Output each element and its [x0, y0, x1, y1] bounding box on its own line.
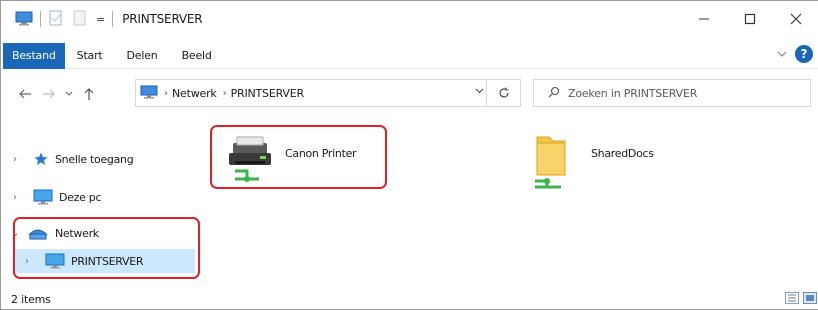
nav-item-snelle-toegang[interactable]: › Snelle toegang [1, 147, 201, 171]
arrow-up-icon [84, 88, 94, 100]
chevron-down-icon [65, 91, 73, 96]
address-bar[interactable]: › Netwerk › PRINTSERVER [135, 79, 521, 107]
minimize-icon [699, 18, 709, 20]
properties-icon[interactable] [48, 10, 64, 29]
breadcrumb-netwerk[interactable]: Netwerk [172, 87, 217, 100]
expand-chevron-icon[interactable]: › [13, 192, 27, 203]
window-controls [681, 1, 818, 37]
navigation-row: › Netwerk › PRINTSERVER Zoeken in PRINTS… [1, 77, 818, 111]
window-title: PRINTSERVER [122, 12, 203, 26]
search-input[interactable]: Zoeken in PRINTSERVER [568, 87, 697, 100]
tab-bestand[interactable]: Bestand [3, 42, 65, 69]
breadcrumb-chevron-icon[interactable]: › [164, 88, 168, 99]
arrow-right-icon [43, 89, 55, 99]
nav-item-deze-pc[interactable]: › Deze pc [1, 185, 201, 209]
toolbar-separator [40, 11, 41, 27]
forward-button[interactable] [37, 79, 61, 109]
explorer-window: = PRINTSERVER Bestand Start Delen Beeld … [0, 0, 818, 310]
customize-toolbar-dropdown[interactable]: = [96, 13, 105, 26]
help-icon[interactable]: ? [795, 45, 813, 63]
tab-start[interactable]: Start [65, 43, 115, 69]
star-icon [33, 151, 49, 167]
explorer-app-icon[interactable] [15, 10, 33, 29]
details-view-button[interactable] [785, 292, 799, 307]
recent-locations-button[interactable] [61, 79, 77, 109]
network-icon [140, 85, 158, 102]
nav-item-label: Deze pc [59, 190, 102, 204]
ribbon-controls: ? [777, 45, 813, 63]
large-icons-view-button[interactable] [803, 292, 817, 307]
tab-delen[interactable]: Delen [115, 43, 170, 69]
netwerk-highlight-box [13, 217, 200, 279]
maximize-icon [744, 13, 756, 25]
address-history-dropdown[interactable] [475, 86, 484, 97]
monitor-icon [33, 189, 53, 205]
printer-highlight-box [210, 125, 387, 189]
chevron-down-icon [475, 88, 484, 94]
title-bar: = PRINTSERVER [1, 1, 818, 37]
breadcrumb-chevron-icon[interactable]: › [223, 88, 227, 99]
expand-ribbon-button[interactable] [777, 47, 787, 61]
arrow-left-icon [19, 89, 31, 99]
ribbon-tabs: Bestand Start Delen Beeld ? [1, 42, 818, 69]
toolbar-separator [112, 11, 114, 27]
refresh-icon [498, 87, 509, 98]
up-button[interactable] [77, 79, 101, 109]
quick-access-toolbar: = PRINTSERVER [15, 10, 203, 29]
shared-folder-icon [531, 133, 583, 192]
file-item-shareddocs[interactable]: SharedDocs [531, 133, 654, 192]
details-view-icon [785, 292, 799, 304]
back-button[interactable] [13, 79, 37, 109]
new-folder-icon[interactable] [72, 10, 88, 29]
close-button[interactable] [773, 1, 818, 37]
nav-item-label: Snelle toegang [55, 152, 134, 166]
close-icon [790, 13, 802, 25]
maximize-button[interactable] [727, 1, 773, 37]
expand-chevron-icon[interactable]: › [13, 154, 27, 165]
chevron-down-icon [777, 51, 787, 57]
breadcrumb-printserver[interactable]: PRINTSERVER [231, 87, 305, 100]
minimize-button[interactable] [681, 1, 727, 37]
tab-beeld[interactable]: Beeld [170, 43, 224, 69]
search-icon [548, 86, 560, 101]
view-toggle [785, 292, 817, 307]
search-box[interactable]: Zoeken in PRINTSERVER [533, 79, 811, 107]
item-count: 2 items [11, 292, 51, 306]
status-bar: 2 items [1, 287, 818, 310]
refresh-button[interactable] [486, 80, 520, 106]
large-icons-view-icon [803, 292, 817, 304]
file-item-label: SharedDocs [591, 147, 654, 160]
